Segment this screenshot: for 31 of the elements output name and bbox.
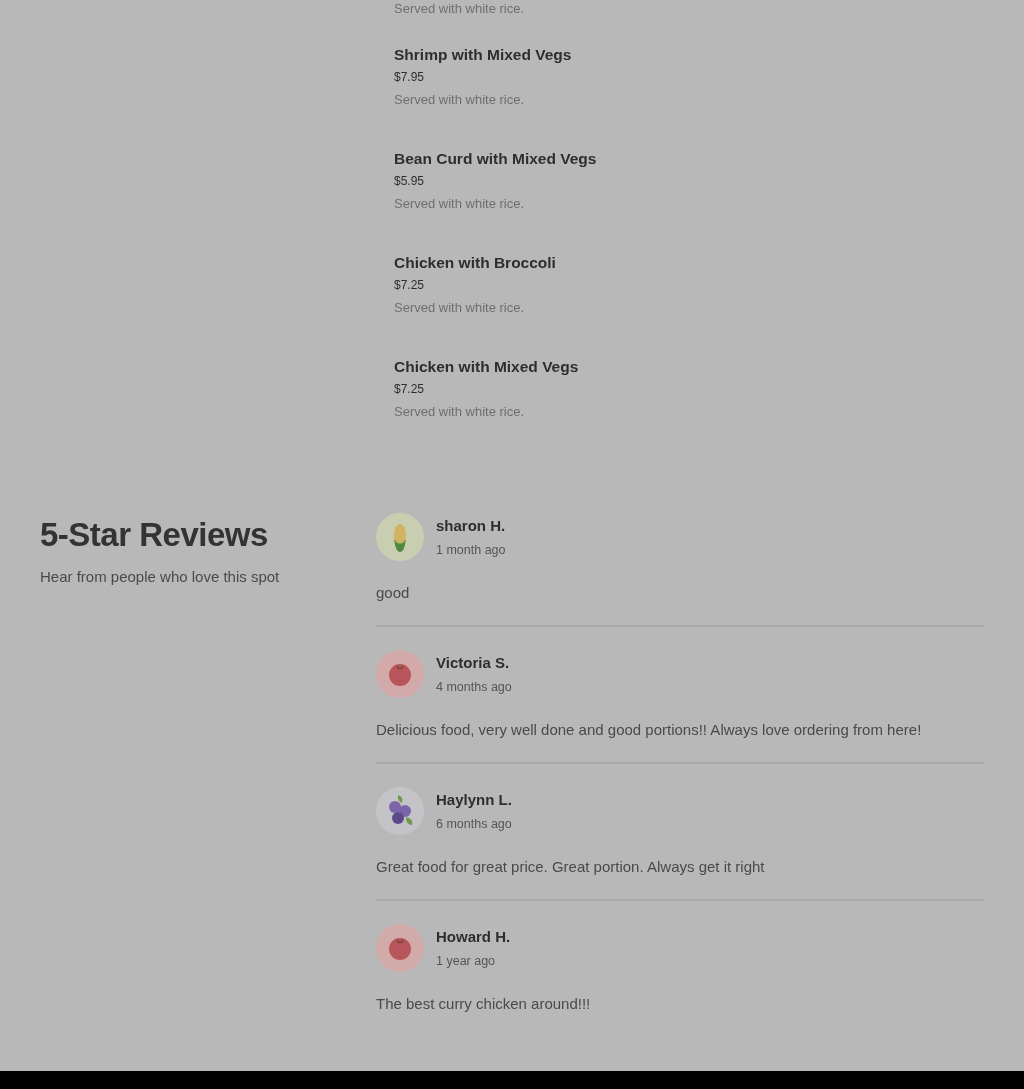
review-text: The best curry chicken around!!! <box>376 994 591 1014</box>
reviewer-name: Haylynn L. <box>436 789 512 810</box>
menu-item-name: Chicken with Mixed Vegs <box>394 357 579 377</box>
review-time: 1 year ago <box>436 952 496 970</box>
reviewer-name: sharon H. <box>436 515 506 536</box>
review-time: 4 months ago <box>436 678 512 696</box>
tomato-avatar-icon <box>376 650 424 698</box>
item-price: $5.95 <box>394 173 425 189</box>
reviewer-name: Howard H. <box>436 926 511 947</box>
review-time: 6 months ago <box>436 815 512 833</box>
section-subtitle: Hear from people who love this spot <box>40 568 280 585</box>
menu-item-name: Shrimp with Mixed Vegs <box>394 45 572 65</box>
tomato-avatar-icon <box>376 924 424 972</box>
item-price: $7.95 <box>394 69 425 85</box>
review-text: Great food for great price. Great portion. Always get it right <box>376 857 765 877</box>
item-price: $7.25 <box>394 381 425 397</box>
item-description: Served with white rice. <box>394 195 526 213</box>
review-text: good <box>376 583 410 603</box>
section-title: 5-Star Reviews <box>40 515 268 555</box>
review-text: Delicious food, very well done and good portions!! Always love ordering from here! <box>376 720 922 740</box>
reviewer-name: Victoria S. <box>436 652 510 673</box>
item-description: Served with white rice. <box>394 403 526 421</box>
menu-item-name: Chicken with Broccoli <box>394 253 556 273</box>
review-time: 1 month ago <box>436 541 506 559</box>
item-description: Served with white rice. <box>394 91 526 109</box>
menu-item-name: Bean Curd with Mixed Vegs <box>394 149 597 169</box>
item-description: Served with white rice. <box>394 0 526 18</box>
item-price: $7.25 <box>394 277 425 293</box>
corn-avatar-icon <box>376 513 424 561</box>
item-description: Served with white rice. <box>394 299 526 317</box>
berries-avatar-icon <box>376 787 424 835</box>
